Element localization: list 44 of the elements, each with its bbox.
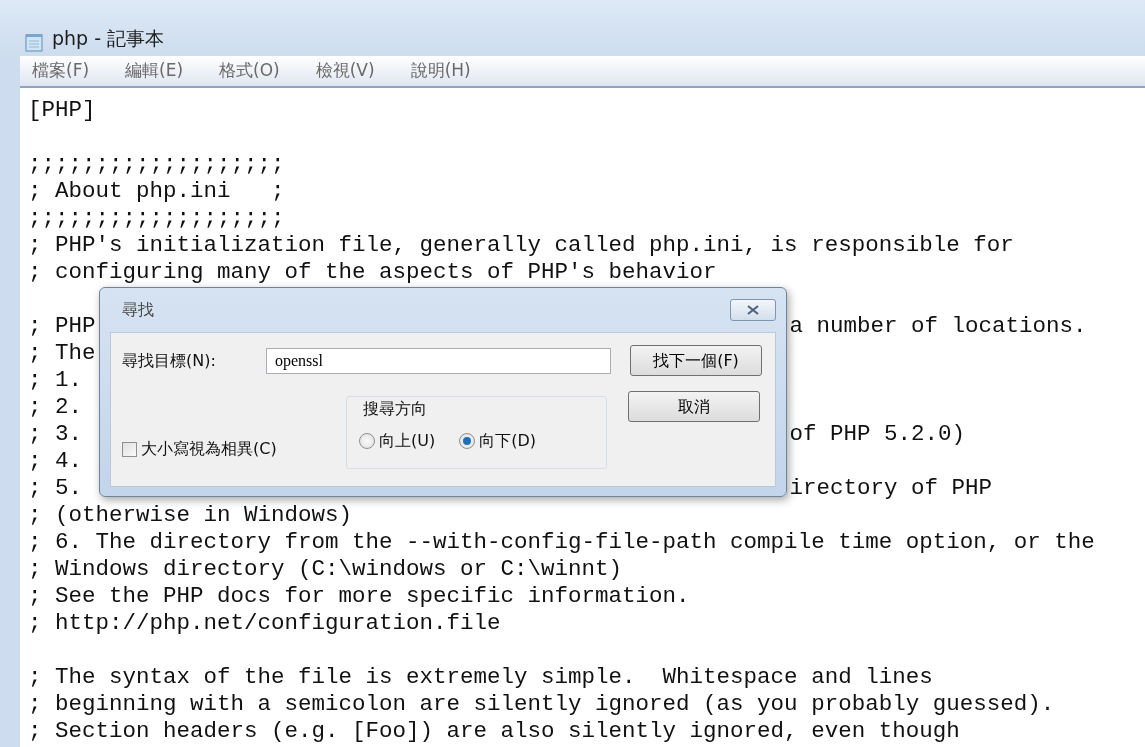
close-icon bbox=[747, 305, 759, 315]
menu-item[interactable]: 檔案(F) bbox=[32, 58, 90, 84]
text-line: ; Section headers (e.g. [Foo]) are also silently ignored, even though bbox=[28, 718, 960, 744]
text-line: ; 5. bbox=[28, 475, 82, 502]
dialog-title: 尋找 bbox=[122, 299, 154, 321]
text-line: ; About php.ini ; bbox=[28, 178, 285, 204]
text-line: ; 3. bbox=[28, 421, 82, 448]
text-line: ; PHP's initialization file, generally called php.ini, is responsible for bbox=[28, 232, 1014, 258]
text-line: ; 2. bbox=[28, 394, 82, 421]
text-line: ; PHP bbox=[28, 313, 96, 340]
cancel-button[interactable]: 取消 bbox=[628, 391, 760, 422]
radio-button[interactable] bbox=[359, 433, 375, 449]
close-button[interactable] bbox=[730, 299, 776, 321]
radio-label: 向上(U) bbox=[379, 430, 436, 452]
text-line: a number of locations. bbox=[789, 313, 1087, 340]
menu-item[interactable]: 格式(O) bbox=[219, 58, 280, 84]
menu-item[interactable]: 檢視(V) bbox=[315, 58, 375, 84]
text-line: ; 4. bbox=[28, 448, 82, 475]
text-line: ; The bbox=[28, 340, 96, 367]
text-line: ; 1. bbox=[28, 367, 82, 394]
text-line: [PHP] bbox=[28, 97, 96, 123]
text-line: ; See the PHP docs for more specific information. bbox=[28, 583, 690, 609]
text-line: ;;;;;;;;;;;;;;;;;;; bbox=[28, 205, 285, 231]
text-line: ; configuring many of the aspects of PHP's behavior bbox=[28, 259, 717, 285]
menu-item[interactable]: 編輯(E) bbox=[125, 58, 184, 84]
text-line: ; 6. The directory from the --with-config-file-path compile time option, or the bbox=[28, 529, 1095, 555]
find-label: 尋找目標(N): bbox=[122, 349, 217, 372]
menu-item[interactable]: 說明(H) bbox=[410, 58, 471, 84]
checkbox[interactable] bbox=[122, 442, 137, 457]
text-line: ; http://php.net/configuration.file bbox=[28, 610, 501, 636]
text-line: ;;;;;;;;;;;;;;;;;;; bbox=[28, 151, 285, 177]
checkbox-label: 大小寫視為相異(C) bbox=[141, 438, 277, 460]
text-line: of PHP 5.2.0) bbox=[789, 421, 966, 448]
window-title: php - 記事本 bbox=[52, 25, 165, 51]
text-line: ; Windows directory (C:\windows or C:\winnt) bbox=[28, 556, 623, 582]
text-line: irectory of PHP bbox=[789, 475, 993, 502]
text-line: ; The syntax of the file is extremely simple. Whitespace and lines bbox=[28, 664, 933, 690]
find-next-button[interactable]: 找下一個(F) bbox=[630, 345, 762, 376]
text-line: ; (otherwise in Windows) bbox=[28, 502, 353, 528]
notepad-icon bbox=[24, 32, 44, 52]
text-line: ; beginning with a semicolon are silently ignored (as you probably guessed). bbox=[28, 691, 1055, 717]
radio-label: 向下(D) bbox=[479, 430, 536, 452]
find-field[interactable]: openssl bbox=[266, 347, 611, 374]
radio-button[interactable] bbox=[459, 433, 476, 449]
